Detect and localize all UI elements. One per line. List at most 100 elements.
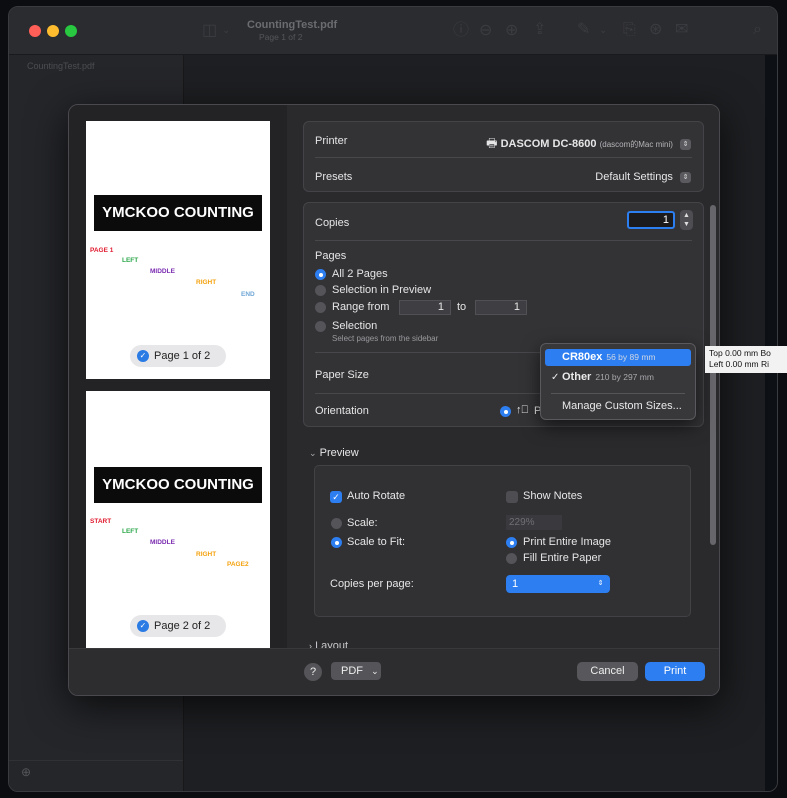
thumbnail-word: MIDDLE xyxy=(150,268,175,275)
preview-disclosure[interactable]: ⌄ Preview xyxy=(309,447,359,459)
printer-select[interactable]: 🖶 DASCOM DC-8600 (dascom的Mac mini) ⇕ xyxy=(486,134,691,155)
page-thumbnail[interactable]: YMCKOO COUNTING PAGE 1 LEFT MIDDLE RIGHT… xyxy=(86,121,270,379)
range-from-field[interactable]: 1 xyxy=(399,300,451,315)
screen: ◫ ⌄ CountingTest.pdf Page 1 of 2 ⓘ ⊖ ⊕ ⇪… xyxy=(0,0,787,798)
checkmark-icon: ✓ xyxy=(137,350,149,362)
form-icon[interactable]: ✉ xyxy=(675,22,688,38)
copies-label: Copies xyxy=(315,217,350,229)
pdf-label: PDF xyxy=(341,665,363,677)
pages-label: Pages xyxy=(315,250,347,262)
presets-select[interactable]: Default Settings ⇕ xyxy=(595,171,691,183)
paper-size-label: Paper Size xyxy=(315,369,369,381)
margins-tooltip-line: Top 0.00 mm Bo xyxy=(709,348,771,358)
range-from-label: Range from xyxy=(332,301,390,313)
zoom-in-icon[interactable]: ⊕ xyxy=(505,23,518,39)
page-pill-label: Page 1 of 2 xyxy=(154,350,211,362)
fill-entire-paper-radio[interactable] xyxy=(506,553,517,564)
printer-host: (dascom的Mac mini) xyxy=(599,140,673,149)
printer-icon: 🖶 xyxy=(486,136,498,150)
presets-value: Default Settings xyxy=(595,171,673,183)
copies-stepper[interactable]: ▲ ▼ xyxy=(680,210,693,230)
window-edge xyxy=(765,55,777,791)
print-entire-image-radio[interactable] xyxy=(506,537,517,548)
minimize-window-button[interactable] xyxy=(47,25,59,37)
markup-icon[interactable]: ✎ xyxy=(577,22,590,38)
portrait-icon: ↑⎕ xyxy=(516,404,529,416)
chevron-down-icon[interactable]: ⌄ xyxy=(222,23,230,39)
copies-per-page-select[interactable]: 1 ⇕ xyxy=(506,575,610,593)
auto-rotate-checkbox[interactable]: ✓ xyxy=(330,491,342,503)
rotate-icon[interactable]: ⎘ xyxy=(623,22,636,38)
selection-radio[interactable] xyxy=(315,321,326,332)
paper-size-option-name: CR80ex xyxy=(562,351,603,363)
copies-per-page-label: Copies per page: xyxy=(330,578,414,590)
printer-label: Printer xyxy=(315,135,348,147)
page-pill-label: Page 2 of 2 xyxy=(154,620,211,632)
range-to-field[interactable]: 1 xyxy=(475,300,527,315)
thumbnail-word: PAGE2 xyxy=(227,561,249,568)
dialog-footer: ? PDF ⌄ Cancel Print xyxy=(69,648,719,695)
page-selected-pill[interactable]: ✓ Page 1 of 2 xyxy=(130,345,226,367)
printer-presets-group: Printer 🖶 DASCOM DC-8600 (dascom的Mac min… xyxy=(303,121,704,192)
zoom-window-button[interactable] xyxy=(65,25,77,37)
search-icon[interactable]: ⌕ xyxy=(753,22,762,38)
print-button[interactable]: Print xyxy=(645,662,705,681)
range-radio[interactable] xyxy=(315,302,326,313)
close-window-button[interactable] xyxy=(29,25,41,37)
chevron-down-icon: ⌄ xyxy=(371,666,379,676)
sidebar-file-name[interactable]: CountingTest.pdf xyxy=(27,61,95,71)
page-thumbnail[interactable]: YMCKOO COUNTING START LEFT MIDDLE RIGHT … xyxy=(86,391,270,649)
add-icon[interactable]: ⊕ xyxy=(21,765,31,779)
margins-tooltip: Top 0.00 mm Bo Left 0.00 mm Ri xyxy=(705,346,787,373)
pdf-menu-button[interactable]: PDF ⌄ xyxy=(331,662,381,680)
share-icon[interactable]: ⇪ xyxy=(533,22,546,38)
copies-input[interactable]: 1 xyxy=(627,211,675,229)
updown-icon: ⇕ xyxy=(680,138,691,150)
window-title: CountingTest.pdf xyxy=(247,19,338,31)
page-selected-pill[interactable]: ✓ Page 2 of 2 xyxy=(130,615,226,637)
zoom-out-icon[interactable]: ⊖ xyxy=(479,23,492,39)
help-button[interactable]: ? xyxy=(304,663,322,681)
info-icon[interactable]: ⓘ xyxy=(453,23,469,39)
range-to-label: to xyxy=(457,301,467,313)
paper-size-menu: CR80ex 56 by 89 mm ✓ Other 210 by 297 mm M… xyxy=(540,343,696,420)
annotate-icon[interactable]: ⊛ xyxy=(649,22,662,38)
scale-label: Scale: xyxy=(347,517,378,529)
thumbnail-word: LEFT xyxy=(122,528,139,535)
thumbnail-word: LEFT xyxy=(122,257,139,264)
portrait-radio[interactable] xyxy=(500,406,511,417)
preview-section-label: Preview xyxy=(319,447,359,459)
show-notes-checkbox[interactable] xyxy=(506,491,518,503)
selection-label: Selection xyxy=(332,320,378,332)
checkmark-icon: ✓ xyxy=(551,372,560,383)
paper-size-option-detail: 210 by 297 mm xyxy=(595,372,654,382)
paper-size-option-cr80ex[interactable]: CR80ex 56 by 89 mm xyxy=(545,349,691,366)
cancel-button[interactable]: Cancel xyxy=(577,662,638,681)
selection-hint: Select pages from the sidebar xyxy=(332,334,439,343)
preview-options-group: ✓ Auto Rotate Show Notes Scale: 229% Sca… xyxy=(314,465,691,617)
manage-custom-sizes-item[interactable]: Manage Custom Sizes... xyxy=(545,398,691,415)
presets-label: Presets xyxy=(315,171,353,183)
divider xyxy=(315,157,692,158)
sidebar-toggle-icon[interactable]: ◫ xyxy=(202,23,217,39)
fill-entire-paper-label: Fill Entire Paper xyxy=(523,552,602,564)
all-pages-radio[interactable] xyxy=(315,269,326,280)
thumbnail-banner: YMCKOO COUNTING xyxy=(94,195,262,231)
scale-to-fit-radio[interactable] xyxy=(331,537,342,548)
app-titlebar: ◫ ⌄ CountingTest.pdf Page 1 of 2 ⓘ ⊖ ⊕ ⇪… xyxy=(9,7,777,55)
window-subtitle: Page 1 of 2 xyxy=(259,32,303,42)
paper-size-option-other[interactable]: ✓ Other 210 by 297 mm xyxy=(545,369,691,386)
thumbnail-word: RIGHT xyxy=(196,279,217,286)
selection-in-preview-radio[interactable] xyxy=(315,285,326,296)
scale-field[interactable]: 229% xyxy=(506,515,562,530)
scale-radio[interactable] xyxy=(331,518,342,529)
settings-scrollbar[interactable] xyxy=(710,205,716,545)
thumbnail-word: START xyxy=(90,518,112,525)
checkmark-icon: ✓ xyxy=(137,620,149,632)
markup-chevron-icon[interactable]: ⌄ xyxy=(599,23,607,39)
margins-tooltip-line: Left 0.00 mm Ri xyxy=(709,359,769,369)
paper-size-option-detail: 56 by 89 mm xyxy=(606,352,656,362)
thumbnail-banner: YMCKOO COUNTING xyxy=(94,467,262,503)
sidebar-divider xyxy=(9,760,183,761)
scale-to-fit-label: Scale to Fit: xyxy=(347,536,406,548)
